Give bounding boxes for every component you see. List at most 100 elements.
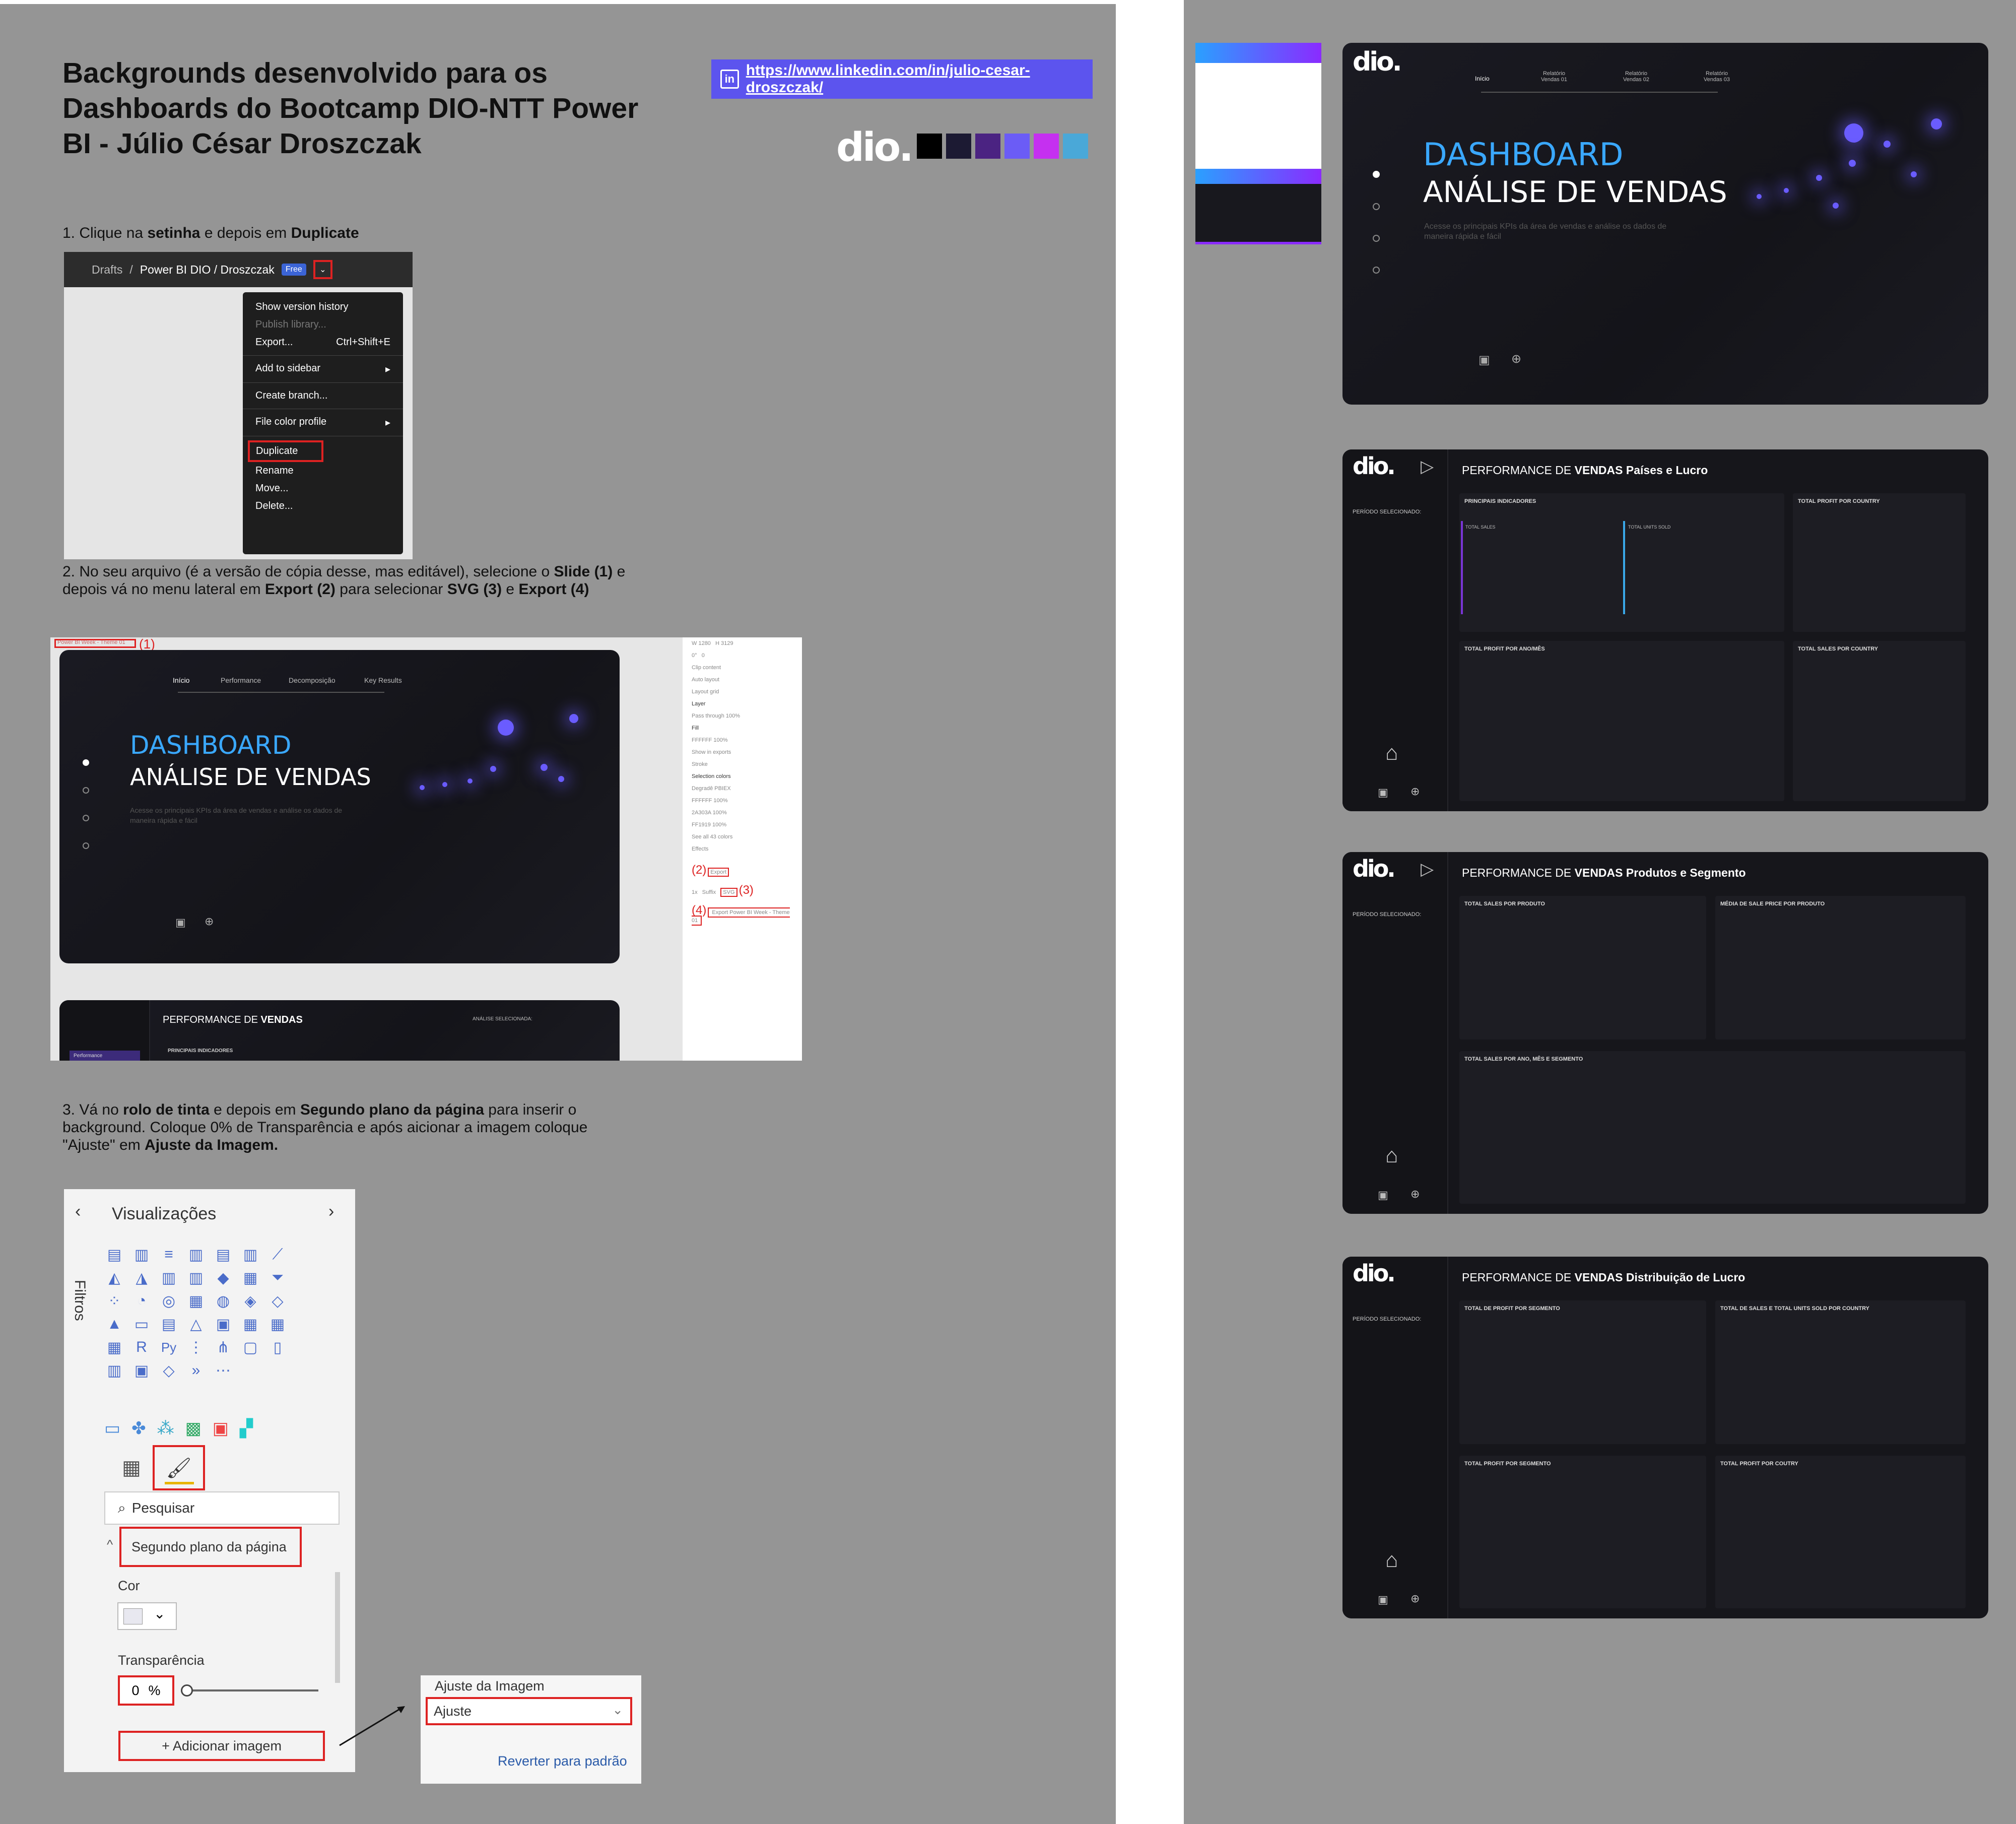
export-scale[interactable]: 1x	[692, 889, 698, 895]
chevron-up-icon[interactable]: ^	[107, 1537, 113, 1552]
add-image-button[interactable]: + Adicionar imagem	[118, 1731, 325, 1761]
matrix-icon[interactable]: ▦	[267, 1314, 288, 1334]
kpi-icon[interactable]: △	[186, 1314, 206, 1334]
funnel-icon[interactable]: ⏷	[267, 1268, 288, 1288]
slider-thumb[interactable]	[181, 1684, 193, 1697]
collapse-left-icon[interactable]: ‹	[75, 1202, 81, 1221]
transparency-input[interactable]: 0%	[118, 1675, 174, 1706]
column-100-icon[interactable]: ▥	[240, 1245, 260, 1265]
chevron-down-icon[interactable]: ⌄	[313, 260, 332, 279]
globe-icon[interactable]: ⊕	[1410, 785, 1420, 798]
prop-effects[interactable]: Effects	[683, 843, 802, 855]
bar-100-icon[interactable]: ▤	[213, 1245, 233, 1265]
prop-color-4[interactable]: FF1919 100%	[683, 819, 802, 831]
prop-radius[interactable]: 0	[702, 653, 705, 659]
menu-delete[interactable]: Delete...	[243, 497, 403, 515]
export-format[interactable]: SVG	[720, 888, 737, 897]
waterfall-icon[interactable]: ▦	[240, 1268, 260, 1288]
linkedin-icon[interactable]: ▣	[1378, 1189, 1388, 1202]
bubble-icon[interactable]: ⁂	[157, 1418, 174, 1439]
line-chart-icon[interactable]: ⟋	[267, 1245, 288, 1265]
stacked-column-icon[interactable]: ▥	[131, 1245, 152, 1265]
prop-pass[interactable]: Pass through 100%	[683, 710, 802, 722]
prop-stroke[interactable]: Stroke	[683, 758, 802, 770]
pie-icon[interactable]: ◔	[131, 1291, 152, 1311]
home-icon[interactable]: ⌂	[1385, 1548, 1398, 1572]
prop-w-val[interactable]: 1280	[698, 640, 710, 646]
transparency-slider[interactable]	[185, 1689, 318, 1691]
prop-rot[interactable]: 0°	[692, 653, 697, 659]
prop-auto-layout[interactable]: Auto layout	[683, 674, 802, 686]
globe-icon[interactable]: ⊕	[1410, 1188, 1420, 1201]
stacked-bar-icon[interactable]: ▤	[104, 1245, 124, 1265]
filters-tab[interactable]: Filtros	[71, 1280, 88, 1321]
paginated-icon[interactable]: ▯	[267, 1337, 288, 1357]
prop-color-2[interactable]: FFFFFF 100%	[683, 795, 802, 807]
power-automate-icon[interactable]: »	[186, 1360, 206, 1381]
menu-duplicate[interactable]: Duplicate	[248, 440, 323, 462]
prop-clip[interactable]: Clip content	[683, 662, 802, 674]
next-page-icon[interactable]: ▷	[1421, 859, 1434, 879]
home-icon[interactable]: ⌂	[1385, 741, 1398, 765]
menu-rename[interactable]: Rename	[243, 462, 403, 480]
scatter-icon[interactable]: ⁘	[104, 1291, 124, 1311]
table-icon[interactable]: ▦	[240, 1314, 260, 1334]
color-picker[interactable]: ⌄	[117, 1602, 177, 1630]
area-chart-icon[interactable]: ◭	[104, 1268, 124, 1288]
prop-color-3[interactable]: 2A303A 100%	[683, 807, 802, 819]
stacked-area-icon[interactable]: ◮	[131, 1268, 152, 1288]
prop-export[interactable]: (2) Export	[683, 860, 802, 880]
crumb-drafts[interactable]: Drafts	[92, 263, 122, 277]
clustered-column-icon[interactable]: ▥	[186, 1245, 206, 1265]
more-visuals-icon[interactable]: ⋯	[213, 1360, 233, 1381]
filled-map-icon[interactable]: ◈	[240, 1291, 260, 1311]
prop-see-all[interactable]: See all 43 colors	[683, 831, 802, 843]
line-stacked-icon[interactable]: ▥	[186, 1268, 206, 1288]
menu-export[interactable]: Export... Ctrl+Shift+E	[243, 334, 403, 351]
python-icon[interactable]: Py	[159, 1337, 179, 1357]
linkedin-icon[interactable]: ▣	[1378, 1593, 1388, 1606]
menu-branch[interactable]: Create branch...	[243, 387, 403, 405]
map-icon[interactable]: ◍	[213, 1291, 233, 1311]
ribbon-icon[interactable]: ◆	[213, 1268, 233, 1288]
image-fit-select[interactable]: Ajuste ⌄	[426, 1697, 632, 1725]
export-suffix[interactable]: Suffix	[702, 889, 716, 895]
format-paint-roller-icon[interactable]: 🖌	[153, 1445, 205, 1490]
scrollbar[interactable]	[335, 1572, 340, 1683]
treemap-icon[interactable]: ▦	[186, 1291, 206, 1311]
next-page-icon[interactable]: ▷	[1421, 457, 1434, 477]
pane-search-input[interactable]: ⌕ Pesquisar	[104, 1491, 340, 1525]
prop-layout-grid[interactable]: Layout grid	[683, 686, 802, 698]
donut-icon[interactable]: ◎	[159, 1291, 179, 1311]
linkedin-icon[interactable]: ▣	[1378, 786, 1388, 799]
build-visual-tab-icon[interactable]: ▦	[122, 1456, 141, 1479]
slide-preview[interactable]: Início Performance Decomposição Key Resu…	[59, 650, 620, 963]
map-visual-icon[interactable]: ▣	[131, 1360, 152, 1381]
prop-color-1[interactable]: Degradê PBIEX	[683, 783, 802, 795]
clustered-bar-icon[interactable]: ≡	[159, 1245, 179, 1265]
multirow-card-icon[interactable]: ▤	[159, 1314, 179, 1334]
matrix-alt-icon[interactable]: ▦	[104, 1337, 124, 1357]
smart-narrative-icon[interactable]: ▥	[104, 1360, 124, 1381]
diamond-icon[interactable]: ◇	[159, 1360, 179, 1381]
azure-map-icon[interactable]: ▲	[104, 1314, 124, 1334]
linkedin-url[interactable]: https://www.linkedin.com/in/julio-cesar-…	[746, 62, 1093, 96]
project-name[interactable]: Power BI DIO / Droszczak	[140, 263, 275, 277]
line-column-icon[interactable]: ▥	[159, 1268, 179, 1288]
shape-map-icon[interactable]: ◇	[267, 1291, 288, 1311]
menu-move[interactable]: Move...	[243, 480, 403, 497]
expand-right-icon[interactable]: ›	[328, 1202, 334, 1221]
reset-default-link[interactable]: Reverter para padrão	[498, 1753, 627, 1769]
sparkline-icon[interactable]: ▩	[185, 1418, 201, 1439]
linkedin-link[interactable]: in https://www.linkedin.com/in/julio-ces…	[711, 59, 1093, 99]
slicer-icon[interactable]: ▣	[213, 1314, 233, 1334]
r-visual-icon[interactable]: R	[131, 1337, 152, 1357]
clover-icon[interactable]: ✤	[131, 1418, 146, 1439]
globe-icon[interactable]: ⊕	[1410, 1592, 1420, 1605]
decomposition-icon[interactable]: ⋔	[213, 1337, 233, 1357]
prop-fill-value[interactable]: FFFFFF 100%	[683, 734, 802, 746]
card-icon[interactable]: ▭	[131, 1314, 152, 1334]
menu-add-sidebar[interactable]: Add to sidebar ▸	[243, 360, 403, 378]
menu-color-profile[interactable]: File color profile ▸	[243, 413, 403, 432]
html5-icon[interactable]: ▣	[213, 1418, 229, 1439]
